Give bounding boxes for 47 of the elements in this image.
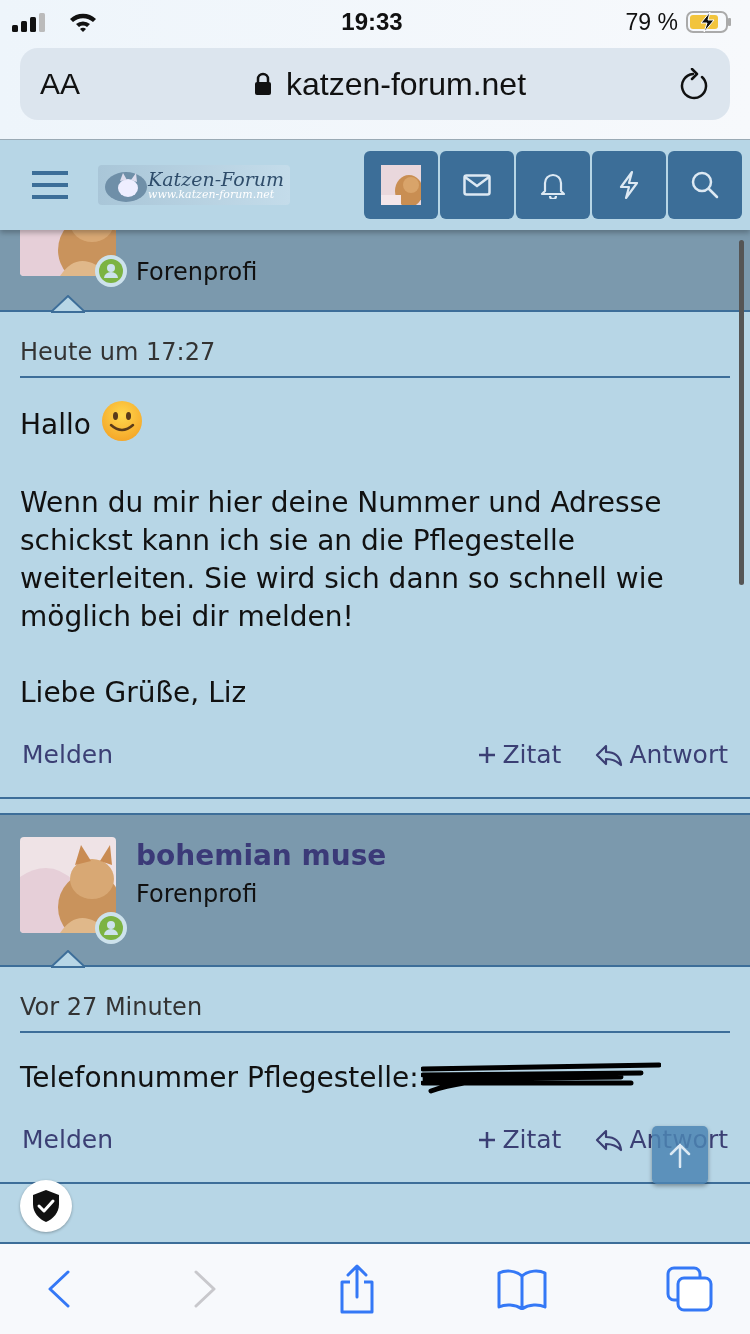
book-icon[interactable] bbox=[496, 1268, 547, 1310]
back-icon[interactable] bbox=[46, 1269, 72, 1309]
reply-link[interactable]: Antwort bbox=[595, 740, 728, 769]
address-bar[interactable]: AA katzen-forum.net bbox=[20, 48, 730, 120]
author-name[interactable]: bohemian muse bbox=[136, 839, 387, 872]
post-text: Wenn du mir hier deine Nummer und Adresse schickst kann ich sie an die Pflegestelle weiterleiten. Sie wird sich dann so schnell wie möglich bei dir melden! bbox=[20, 485, 665, 635]
logo-title: Katzen-Forum bbox=[148, 170, 284, 189]
plus-icon bbox=[478, 1130, 497, 1149]
quote-link[interactable]: Zitat bbox=[478, 740, 562, 769]
search-button[interactable] bbox=[668, 151, 742, 219]
shield-check-icon bbox=[31, 1189, 61, 1223]
account-button[interactable] bbox=[364, 151, 438, 219]
user-rank: Forenprofi bbox=[136, 258, 258, 286]
battery-charging-icon bbox=[686, 11, 732, 33]
plus-icon bbox=[478, 745, 497, 764]
report-link[interactable]: Melden bbox=[22, 740, 113, 769]
battery-percent: 79 % bbox=[625, 8, 678, 36]
reply-arrow-icon bbox=[595, 742, 624, 767]
quote-link[interactable]: Zitat bbox=[478, 1125, 562, 1154]
user-rank: Forenprofi bbox=[136, 880, 259, 908]
reply-arrow-icon bbox=[595, 1127, 624, 1152]
report-link[interactable]: Melden bbox=[22, 1125, 113, 1154]
lightning-icon bbox=[618, 170, 640, 200]
signal-icon bbox=[12, 12, 48, 32]
post-text: Telefonnummer Pflegestelle: bbox=[20, 1060, 419, 1096]
wifi-icon bbox=[68, 11, 98, 33]
envelope-icon bbox=[463, 174, 491, 196]
privacy-button[interactable] bbox=[20, 1180, 72, 1232]
site-logo[interactable]: Katzen-Forum www.katzen-forum.net bbox=[98, 165, 290, 205]
logo-url: www.katzen-forum.net bbox=[148, 189, 276, 200]
reload-icon[interactable] bbox=[680, 68, 710, 100]
text-size-button[interactable]: AA bbox=[40, 67, 100, 101]
post-text: Liebe Grüße, Liz bbox=[20, 675, 247, 711]
lock-icon bbox=[253, 72, 272, 96]
menu-icon[interactable] bbox=[32, 170, 68, 200]
whats-new-button[interactable] bbox=[592, 151, 666, 219]
alerts-button[interactable] bbox=[516, 151, 590, 219]
page-url: katzen-forum.net bbox=[285, 65, 527, 103]
clock-time: 19:33 bbox=[341, 8, 403, 36]
tabs-icon[interactable] bbox=[666, 1266, 714, 1312]
post-date[interactable]: Vor 27 Minuten bbox=[20, 989, 730, 1033]
post-text: Hallo bbox=[20, 407, 91, 443]
inbox-button[interactable] bbox=[440, 151, 514, 219]
smiley-icon bbox=[100, 400, 143, 442]
search-icon bbox=[691, 171, 719, 199]
post-date[interactable]: Heute um 17:27 bbox=[20, 334, 730, 378]
bell-icon bbox=[540, 171, 566, 199]
